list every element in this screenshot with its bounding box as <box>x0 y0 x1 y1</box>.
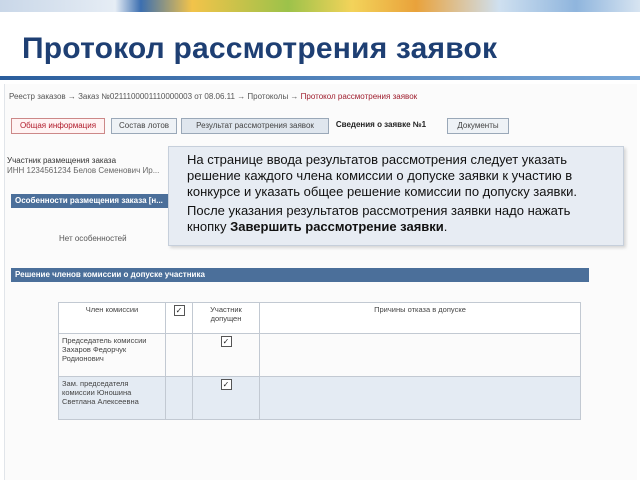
member-name: Председатель комиссии Захаров Федорчук Р… <box>58 333 166 377</box>
finish-review-button-name: Завершить рассмотрение заявки <box>230 219 444 234</box>
breadcrumb-path[interactable]: Реестр заказов → Заказ №0211100001110000… <box>9 92 298 101</box>
table-header-row: Член комиссии ✓ Участник допущен Причины… <box>58 302 581 334</box>
commission-decision-table: Член комиссии ✓ Участник допущен Причины… <box>58 302 581 420</box>
admitted-checkbox[interactable]: ✓ <box>220 379 232 390</box>
no-features-text: Нет особенностей <box>59 234 127 243</box>
participant-details: ИНН 1234561234 Белов Семенович Ир... <box>7 166 160 175</box>
instruction-callout: На странице ввода результатов рассмотрен… <box>168 146 624 246</box>
tab-lots[interactable]: Состав лотов <box>111 118 177 134</box>
top-decorative-strip <box>0 0 640 12</box>
table-row: Председатель комиссии Захаров Федорчук Р… <box>58 333 581 377</box>
tab-documents[interactable]: Документы <box>447 118 509 134</box>
slide-title: Протокол рассмотрения заявок <box>22 32 498 65</box>
decision-section-bar: Решение членов комиссии о допуске участн… <box>11 268 589 282</box>
callout-paragraph-1: На странице ввода результатов рассмотрен… <box>187 152 578 199</box>
tab-general-info[interactable]: Общая информация <box>11 118 105 134</box>
tab-application-info[interactable]: Сведения о заявке №1 <box>331 118 431 132</box>
member-name: Зам. председателя комиссии Юношина Светл… <box>58 376 166 420</box>
col-reasons: Причины отказа в допуске <box>259 302 581 334</box>
col-select-all[interactable]: ✓ <box>165 302 193 334</box>
col-member: Член комиссии <box>58 302 166 334</box>
admitted-checkbox[interactable]: ✓ <box>220 336 232 347</box>
participant-heading: Участник размещения заказа <box>7 156 117 165</box>
callout-paragraph-2: После указания результатов рассмотрения … <box>187 203 571 234</box>
reason-field[interactable] <box>259 333 581 377</box>
title-underline <box>0 76 640 80</box>
reason-field[interactable] <box>259 376 581 420</box>
features-section-bar[interactable]: Особенности размещения заказа [н... <box>11 194 175 208</box>
select-all-checkbox[interactable]: ✓ <box>173 305 185 316</box>
app-screenshot: Реестр заказов → Заказ №0211100001110000… <box>4 84 637 480</box>
breadcrumb-current: Протокол рассмотрения заявок <box>300 92 418 101</box>
tab-review-result[interactable]: Результат рассмотрения заявок <box>181 118 329 134</box>
breadcrumb: Реестр заказов → Заказ №0211100001110000… <box>9 92 417 101</box>
table-row: Зам. председателя комиссии Юношина Светл… <box>58 376 581 420</box>
col-admitted: Участник допущен <box>192 302 260 334</box>
